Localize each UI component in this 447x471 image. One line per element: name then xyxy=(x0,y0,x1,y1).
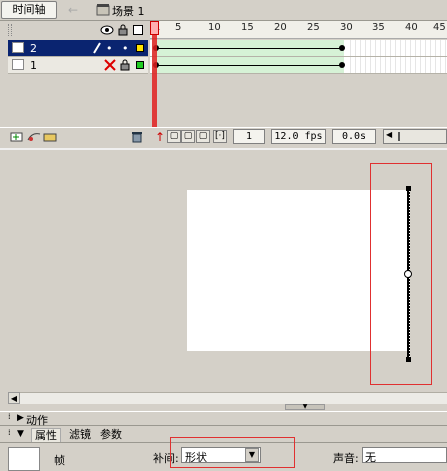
ruler-number: 40 xyxy=(405,22,418,33)
ruler-number: 45 xyxy=(433,22,446,33)
frame-ruler[interactable]: 1 5 10 15 20 25 30 35 40 45 xyxy=(150,21,447,39)
ruler-number: 5 xyxy=(175,22,182,33)
playhead[interactable] xyxy=(152,21,157,132)
layer-icon xyxy=(12,42,24,53)
timeline-tab[interactable]: 时间轴 xyxy=(1,1,57,19)
highlight-box-tween xyxy=(170,437,295,468)
layer-icon xyxy=(12,59,24,70)
panel-grip[interactable]: ⁞ xyxy=(8,428,11,437)
actions-panel-header[interactable] xyxy=(0,411,447,426)
frames-empty xyxy=(150,75,447,126)
scene-icon xyxy=(96,3,110,16)
ruler-number: 30 xyxy=(340,22,353,33)
current-frame-field: 1 xyxy=(233,129,265,144)
scroll-left-icon[interactable]: ◀ xyxy=(386,130,392,139)
playhead-handle[interactable] xyxy=(150,21,159,35)
lock-icon[interactable] xyxy=(118,24,128,39)
edit-multiple-button[interactable]: ▢ xyxy=(196,130,210,143)
tween-arrow-line xyxy=(158,65,340,66)
center-frame-icon[interactable]: ↑ xyxy=(155,130,165,144)
lock-dot[interactable]: • xyxy=(122,42,129,55)
scene-label[interactable]: 场景 1 xyxy=(112,3,145,19)
frame-label: 帧 xyxy=(54,454,65,467)
panel-grip[interactable] xyxy=(8,24,12,36)
time-field: 0.0s xyxy=(332,129,376,144)
ruler-number: 25 xyxy=(307,22,320,33)
tab-parameters[interactable]: 参数 xyxy=(97,428,125,442)
onion-skin-button[interactable]: ▢ xyxy=(167,130,181,143)
scroll-thumb[interactable] xyxy=(398,132,400,141)
stage-hscrollbar[interactable] xyxy=(8,392,447,404)
layer-color-swatch[interactable] xyxy=(136,44,144,52)
frames-layer-1[interactable] xyxy=(150,57,447,74)
scroll-left-button[interactable]: ◀ xyxy=(8,392,20,404)
hidden-x-icon[interactable] xyxy=(104,59,116,71)
ruler-number: 10 xyxy=(208,22,221,33)
keyframe[interactable] xyxy=(339,45,345,51)
highlight-box-shape xyxy=(370,163,432,385)
tween-arrow-line xyxy=(158,48,340,49)
timeline-hscroll[interactable]: ◀ xyxy=(383,129,447,144)
onion-markers-button[interactable]: [·] xyxy=(213,130,227,143)
trash-icon[interactable] xyxy=(131,131,143,146)
fps-field[interactable]: 12.0 fps xyxy=(271,129,326,144)
visibility-dot[interactable]: • xyxy=(106,42,113,55)
ruler-number: 15 xyxy=(241,22,254,33)
layer-color-swatch[interactable] xyxy=(136,61,144,69)
actions-label[interactable]: 动作 xyxy=(26,412,48,428)
ruler-number: 35 xyxy=(372,22,385,33)
layer-name: 2 xyxy=(30,42,37,55)
keyframe[interactable] xyxy=(339,62,345,68)
sound-label: 声音: xyxy=(333,452,359,465)
panel-resize-grip[interactable]: ▼ xyxy=(285,404,325,410)
expand-arrow-icon[interactable]: ▼ xyxy=(17,429,24,439)
panel-grip[interactable]: ⁞ xyxy=(8,412,11,421)
ruler-number: 20 xyxy=(274,22,287,33)
outline-icon[interactable] xyxy=(133,25,143,35)
empty-frames[interactable] xyxy=(346,57,447,73)
add-layer-icon[interactable] xyxy=(10,131,24,145)
empty-frames[interactable] xyxy=(346,40,447,56)
onion-outline-button[interactable]: ▢ xyxy=(181,130,195,143)
layer-list-empty xyxy=(8,75,150,126)
eye-icon[interactable] xyxy=(100,24,114,39)
frame-thumbnail xyxy=(8,447,40,471)
frames-layer-2[interactable] xyxy=(150,40,447,57)
lock-icon[interactable] xyxy=(120,59,130,71)
tab-filters[interactable]: 滤镜 xyxy=(66,428,94,442)
layer-row-2[interactable]: 2 • • xyxy=(8,40,148,57)
layer-name: 1 xyxy=(30,59,37,72)
tab-properties[interactable]: 属性 xyxy=(31,428,61,442)
add-folder-icon[interactable] xyxy=(43,131,57,145)
add-guide-icon[interactable] xyxy=(27,131,41,145)
layer-row-1[interactable]: 1 xyxy=(8,57,148,74)
back-arrow-button[interactable]: ← xyxy=(62,2,84,18)
pencil-icon xyxy=(93,42,101,54)
sound-value: 无 xyxy=(365,451,376,464)
collapse-arrow-icon[interactable]: ▶ xyxy=(17,413,24,423)
